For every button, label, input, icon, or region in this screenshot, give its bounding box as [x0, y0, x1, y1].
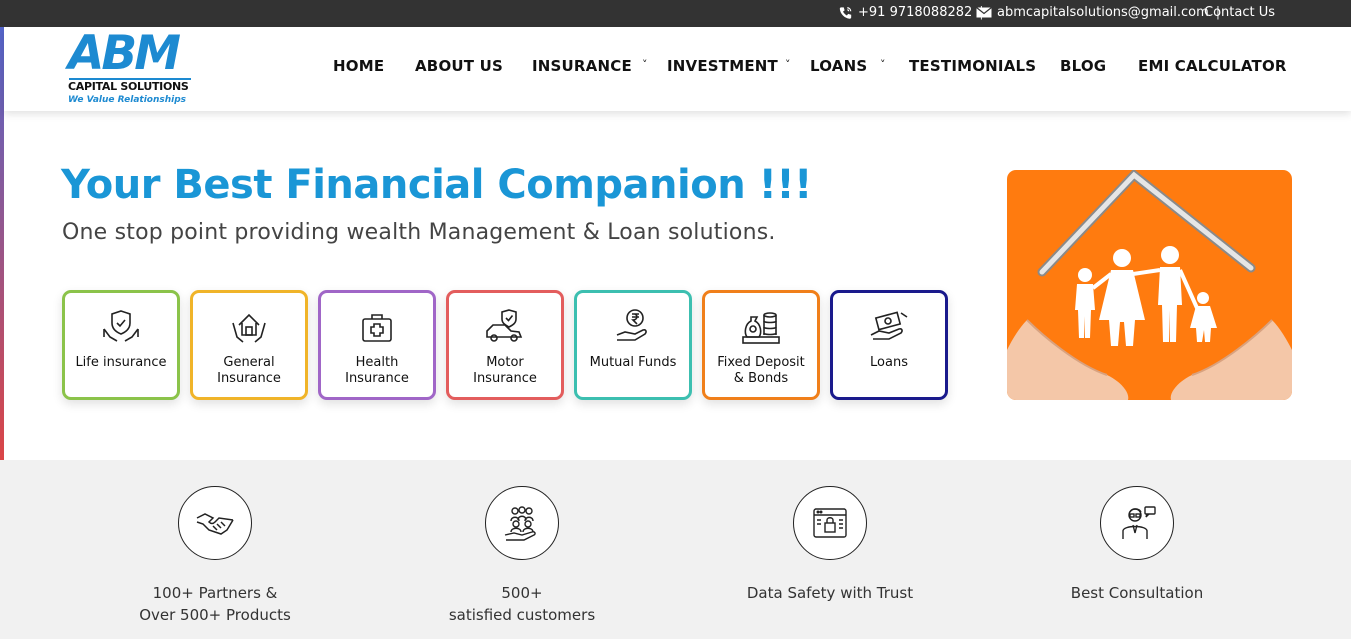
- rupee-hand-icon: [616, 309, 647, 341]
- service-card-mutual-funds[interactable]: Mutual Funds: [574, 290, 692, 400]
- service-card-fixed-deposit[interactable]: Fixed Deposit & Bonds: [702, 290, 820, 400]
- phone-number[interactable]: +91 9718088282: [858, 5, 972, 20]
- service-label: Fixed Deposit: [717, 355, 805, 370]
- medical-kit-icon: [362, 314, 392, 342]
- chevron-down-icon[interactable]: ˅: [785, 58, 791, 71]
- family-protection-illustration: [1007, 170, 1292, 400]
- abm-logo[interactable]: ABM CAPITAL SOLUTIONS We Value Relations…: [66, 26, 196, 108]
- stat-line: 500+: [501, 584, 543, 602]
- contact-us-label[interactable]: Contact Us: [1204, 5, 1275, 20]
- logo-tagline: We Value Relationships: [68, 95, 187, 105]
- nav-testimonials[interactable]: TESTIMONIALS: [909, 57, 1036, 75]
- email-contact[interactable]: abmcapitalsolutions@gmail.com |: [976, 5, 1220, 20]
- phone-contact[interactable]: +91 9718088282 |: [838, 5, 984, 20]
- phone-icon: [839, 6, 852, 19]
- consultant-icon: [1122, 506, 1156, 539]
- site-header: ABM CAPITAL SOLUTIONS We Value Relations…: [4, 26, 1351, 111]
- nav-investment[interactable]: INVESTMENT: [667, 57, 778, 75]
- nav-about-us[interactable]: ABOUT US: [415, 57, 503, 75]
- stat-icon-circle: [178, 486, 252, 560]
- stat-customers-text: 500+ satisfied customers: [392, 582, 652, 626]
- service-label-line2: Insurance: [217, 371, 281, 386]
- service-card-loans[interactable]: Loans: [830, 290, 948, 400]
- cash-hand-icon: [870, 311, 908, 340]
- family-house-hands-image: [1007, 170, 1292, 400]
- secure-browser-icon: [813, 508, 847, 538]
- nav-insurance[interactable]: INSURANCE: [532, 57, 632, 75]
- service-label: Mutual Funds: [589, 355, 677, 370]
- service-label: General: [223, 355, 275, 370]
- house-hands-icon: [232, 313, 266, 343]
- stat-consultation-text: Best Consultation: [1007, 582, 1267, 604]
- stat-line: satisfied customers: [448, 606, 596, 624]
- logo-company: CAPITAL SOLUTIONS: [68, 80, 189, 93]
- stat-partners-text: 100+ Partners & Over 500+ Products: [85, 582, 345, 626]
- stat-icon-circle: [1100, 486, 1174, 560]
- stat-line: 100+ Partners &: [152, 584, 278, 602]
- contact-us-link[interactable]: Contact Us: [1204, 5, 1275, 20]
- nav-emi-calculator[interactable]: EMI CALCULATOR: [1138, 57, 1287, 75]
- stat-line: Data Safety with Trust: [746, 584, 914, 602]
- shield-hands-icon: [103, 310, 139, 342]
- nav-loans[interactable]: LOANS: [810, 57, 867, 75]
- service-label: Life insurance: [75, 355, 167, 370]
- service-card-general-insurance[interactable]: General Insurance: [190, 290, 308, 400]
- nav-home[interactable]: HOME: [333, 57, 384, 75]
- service-label: Loans: [870, 355, 908, 370]
- stat-data-safety-text: Data Safety with Trust: [700, 582, 960, 604]
- top-contact-bar: +91 9718088282 | abmcapitalsolutions@gma…: [0, 0, 1351, 27]
- service-label-line2: Insurance: [345, 371, 409, 386]
- stats-section: 100+ Partners & Over 500+ Products 500+ sa…: [0, 460, 1351, 639]
- service-label-line2: Insurance: [473, 371, 537, 386]
- chevron-down-icon[interactable]: ˅: [880, 58, 886, 71]
- service-card-life-insurance[interactable]: Life insurance: [62, 290, 180, 400]
- stat-line: Best Consultation: [1070, 584, 1204, 602]
- handshake-icon: [196, 513, 234, 535]
- stat-icon-circle: [485, 486, 559, 560]
- envelope-icon: [976, 7, 992, 18]
- stat-line: Over 500+ Products: [139, 606, 291, 624]
- customers-icon: [504, 506, 536, 541]
- money-bag-icon: [742, 312, 780, 344]
- nav-blog[interactable]: BLOG: [1060, 57, 1106, 75]
- service-card-motor-insurance[interactable]: Motor Insurance: [446, 290, 564, 400]
- email-address[interactable]: abmcapitalsolutions@gmail.com: [997, 5, 1209, 20]
- service-label: Health: [355, 355, 399, 370]
- chevron-down-icon[interactable]: ˅: [642, 58, 648, 71]
- service-label-line2: & Bonds: [733, 371, 789, 386]
- stat-icon-circle: [793, 486, 867, 560]
- service-card-health-insurance[interactable]: Health Insurance: [318, 290, 436, 400]
- hero-title: Your Best Financial Companion !!!: [61, 162, 812, 208]
- car-shield-icon: [486, 309, 523, 342]
- service-label: Motor: [486, 355, 524, 370]
- hero-subtitle: One stop point providing wealth Manageme…: [62, 220, 776, 245]
- logo-brand: ABM: [68, 26, 181, 81]
